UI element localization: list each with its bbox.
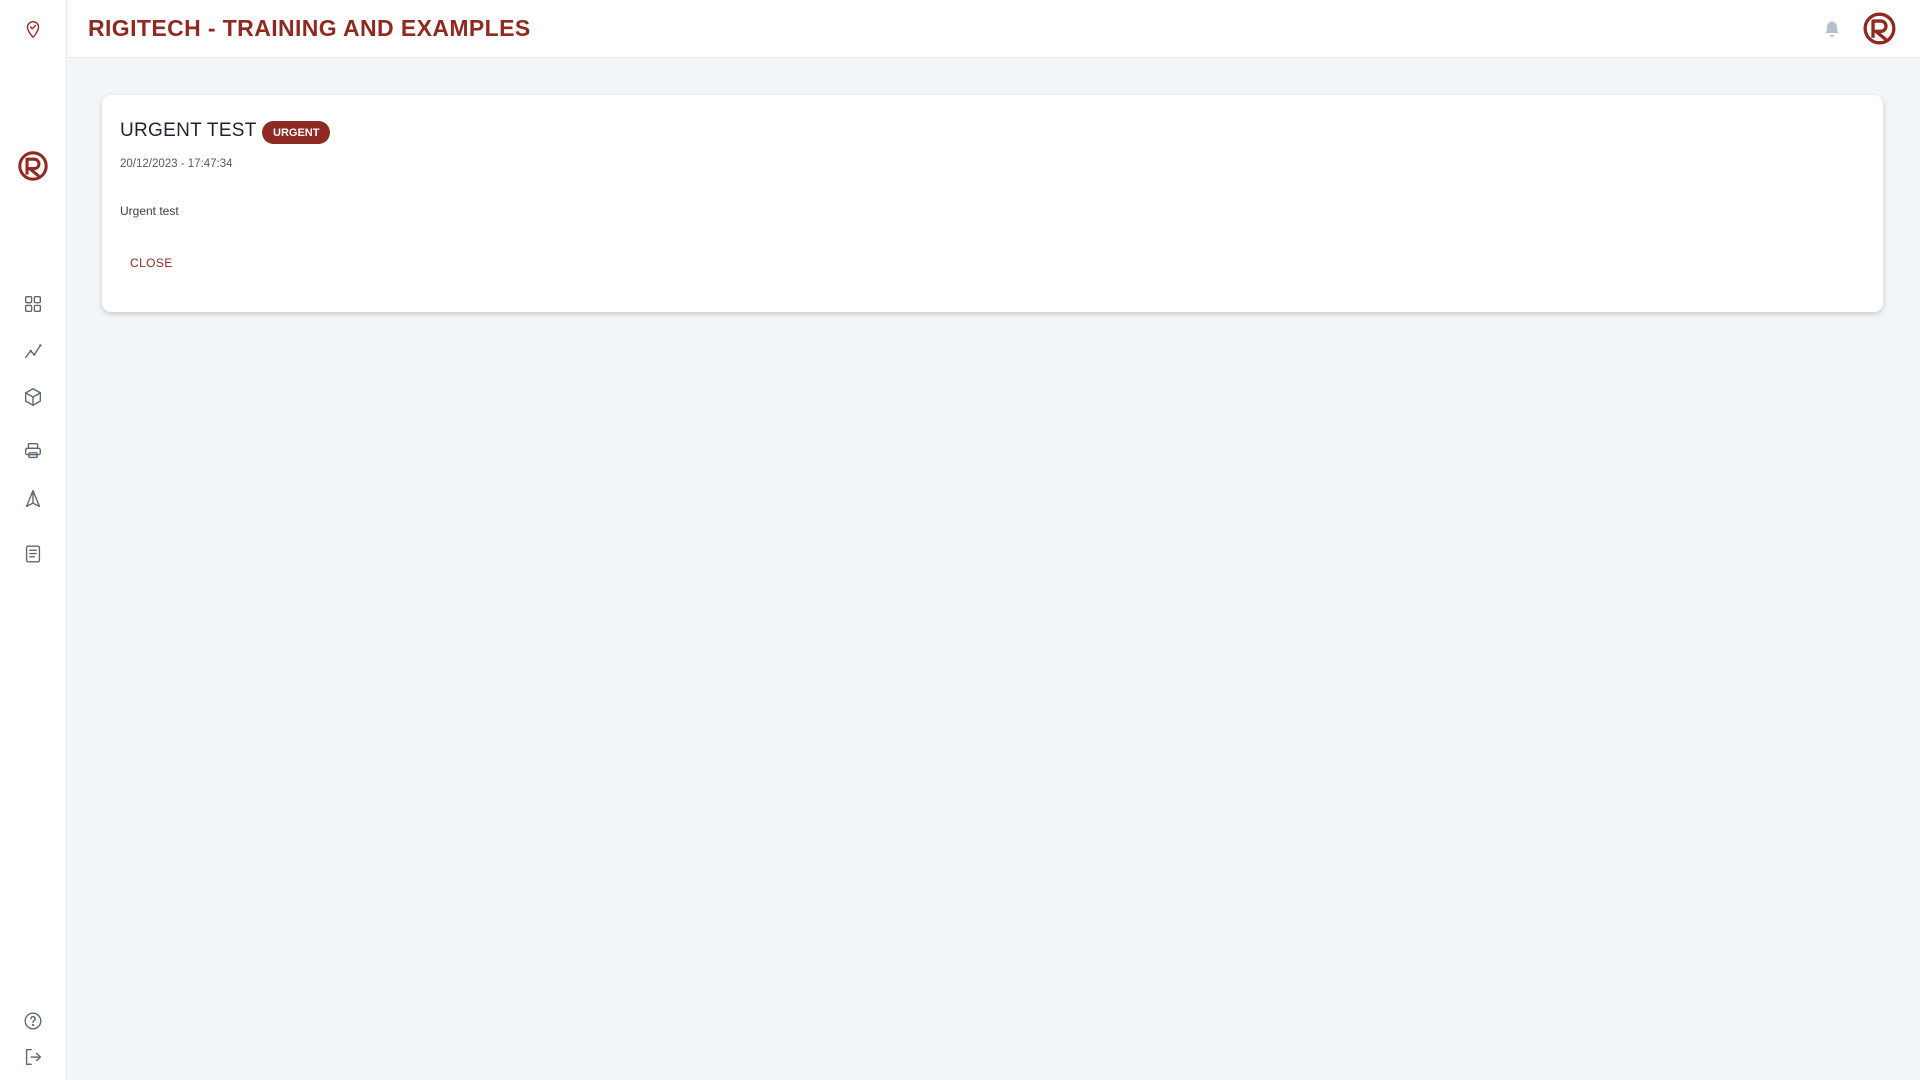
notification-card: URGENT TEST URGENT 20/12/2023 - 17:47:34… xyxy=(102,95,1883,312)
box-icon[interactable] xyxy=(15,379,51,415)
printer-icon[interactable] xyxy=(15,433,51,469)
notification-date: 20/12/2023 - 17:47:34 xyxy=(120,158,233,170)
notification-title: URGENT TEST xyxy=(120,120,257,141)
help-icon[interactable] xyxy=(15,1003,51,1039)
navigation-icon[interactable] xyxy=(15,481,51,517)
notification-message: Urgent test xyxy=(120,204,179,218)
sidebar xyxy=(0,0,67,1080)
dashboard-grid-icon[interactable] xyxy=(15,286,51,322)
bell-icon[interactable] xyxy=(1819,16,1845,42)
top-bar: RIGITECH - TRAINING AND EXAMPLES xyxy=(68,0,1920,58)
rigitech-logo xyxy=(18,151,48,181)
logout-icon[interactable] xyxy=(15,1039,51,1075)
page-title: RIGITECH - TRAINING AND EXAMPLES xyxy=(88,15,531,41)
document-icon[interactable] xyxy=(15,536,51,572)
urgent-badge: URGENT xyxy=(262,121,331,144)
location-check-icon[interactable] xyxy=(15,11,51,47)
rigitech-logo[interactable] xyxy=(1861,10,1898,47)
line-chart-icon[interactable] xyxy=(15,333,51,369)
close-button[interactable]: CLOSE xyxy=(120,250,183,276)
